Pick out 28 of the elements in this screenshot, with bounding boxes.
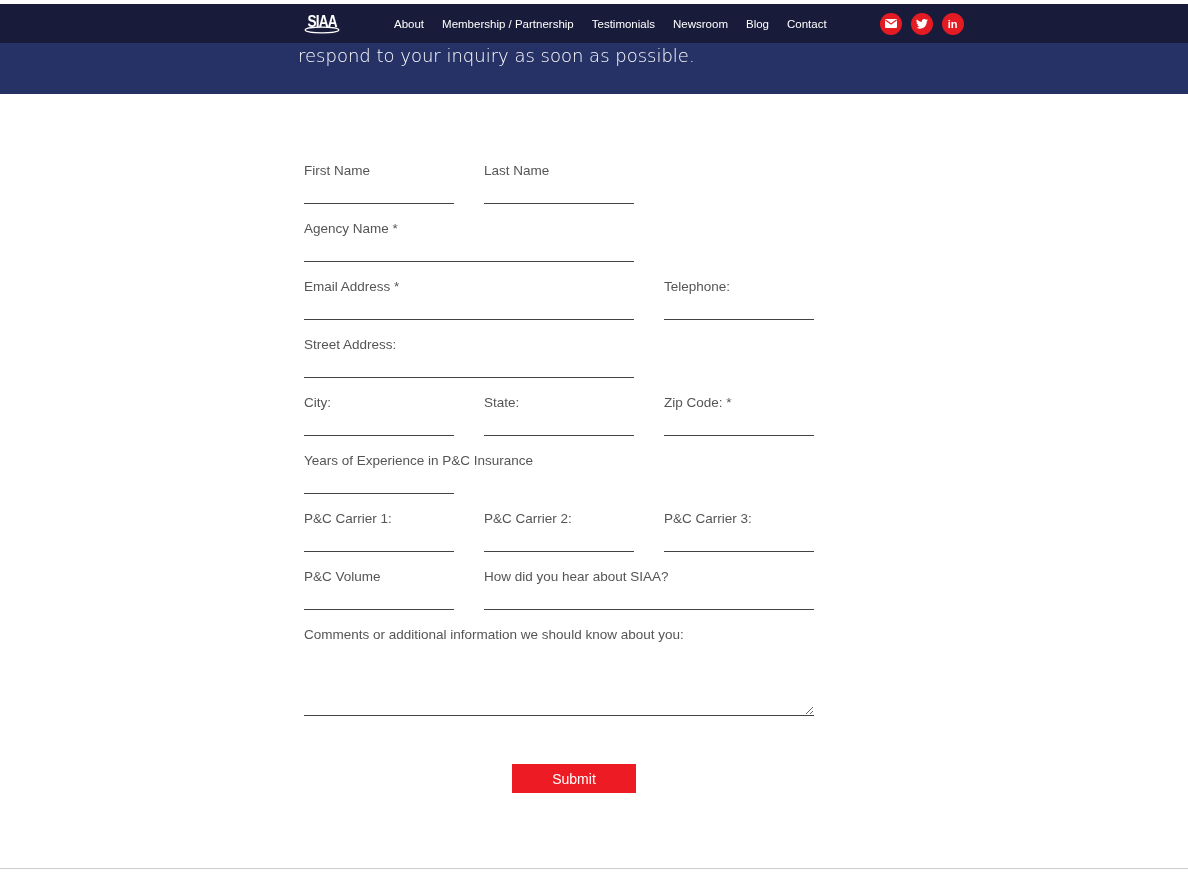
nav-link[interactable]: Testimonials	[591, 17, 655, 30]
field-label: State:	[484, 394, 520, 412]
field-label: Street Address:	[304, 336, 397, 354]
field-label: First Name	[304, 162, 370, 180]
field-label: Last Name	[484, 162, 550, 180]
field-label: P&C Carrier 2:	[484, 510, 572, 528]
field-label: Email Address *	[304, 278, 400, 296]
field-label: P&C Carrier 1:	[304, 510, 392, 528]
field-label: P&C Volume	[304, 568, 381, 586]
field-label: P&C Carrier 3:	[664, 510, 752, 528]
linkedin-icon[interactable]: in	[941, 12, 964, 35]
submit-button[interactable]: Submit	[512, 764, 636, 793]
nav-link[interactable]: Contact	[787, 17, 827, 30]
nav-link[interactable]: About	[394, 17, 425, 30]
field-label: Years of Experience in P&C Insurance	[304, 452, 534, 470]
nav-link[interactable]: Newsroom	[673, 17, 728, 30]
logo[interactable]: SIAA	[299, 13, 345, 34]
field-label: City:	[304, 394, 331, 412]
nav-link[interactable]: Membership / Partnership	[442, 17, 574, 30]
field-label: Zip Code: *	[664, 394, 732, 412]
field-label: How did you hear about SIAA?	[484, 568, 669, 586]
nav-link[interactable]: Blog	[746, 17, 769, 30]
banner-text: respond to your inquiry as soon as possible.	[298, 45, 695, 66]
bird-icon[interactable]	[910, 12, 933, 35]
field-label: Comments or additional information we should know about you:	[304, 626, 684, 644]
field-label: Telephone:	[664, 278, 731, 296]
mail-icon[interactable]	[879, 12, 902, 35]
field-label: Agency Name *	[304, 220, 398, 238]
